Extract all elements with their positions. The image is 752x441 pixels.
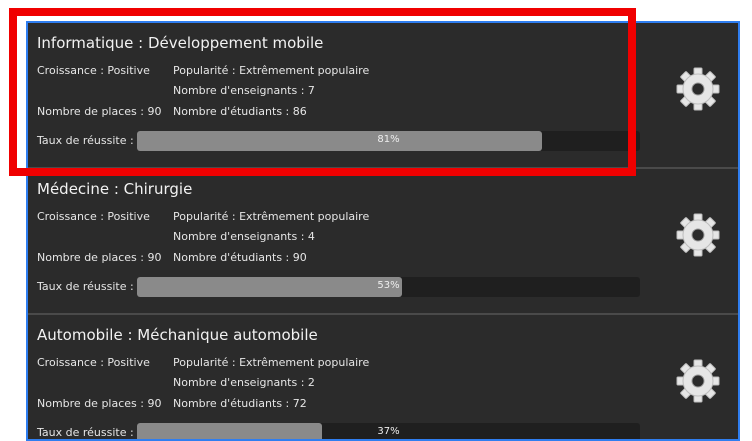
gear-icon[interactable] [676, 67, 720, 111]
gear-icon[interactable] [676, 359, 720, 403]
popularite-label: Popularité : Extrêmement populaire [173, 356, 370, 369]
course-card: Automobile : Méchanique automobile Crois… [28, 315, 738, 439]
success-rate-bar: 53% [137, 277, 640, 297]
popularite-label: Popularité : Extrêmement populaire [173, 210, 370, 223]
croissance-label: Croissance : Positive [37, 356, 150, 369]
places-label: Nombre de places : 90 [37, 251, 162, 264]
gear-icon[interactable] [676, 213, 720, 257]
success-rate-value: 53% [377, 280, 400, 291]
taux-label: Taux de réussite : [37, 280, 134, 293]
enseignants-label: Nombre d'enseignants : 4 [173, 230, 315, 243]
success-rate-bar: 37% [137, 423, 640, 439]
course-card: Médecine : Chirurgie Croissance : Positi… [28, 169, 738, 315]
etudiants-label: Nombre d'étudiants : 90 [173, 251, 307, 264]
course-title: Automobile : Méchanique automobile [37, 326, 318, 344]
enseignants-label: Nombre d'enseignants : 2 [173, 376, 315, 389]
highlight-box [9, 8, 636, 176]
croissance-label: Croissance : Positive [37, 210, 150, 223]
taux-label: Taux de réussite : [37, 426, 134, 439]
etudiants-label: Nombre d'étudiants : 72 [173, 397, 307, 410]
places-label: Nombre de places : 90 [37, 397, 162, 410]
course-title: Médecine : Chirurgie [37, 180, 193, 198]
